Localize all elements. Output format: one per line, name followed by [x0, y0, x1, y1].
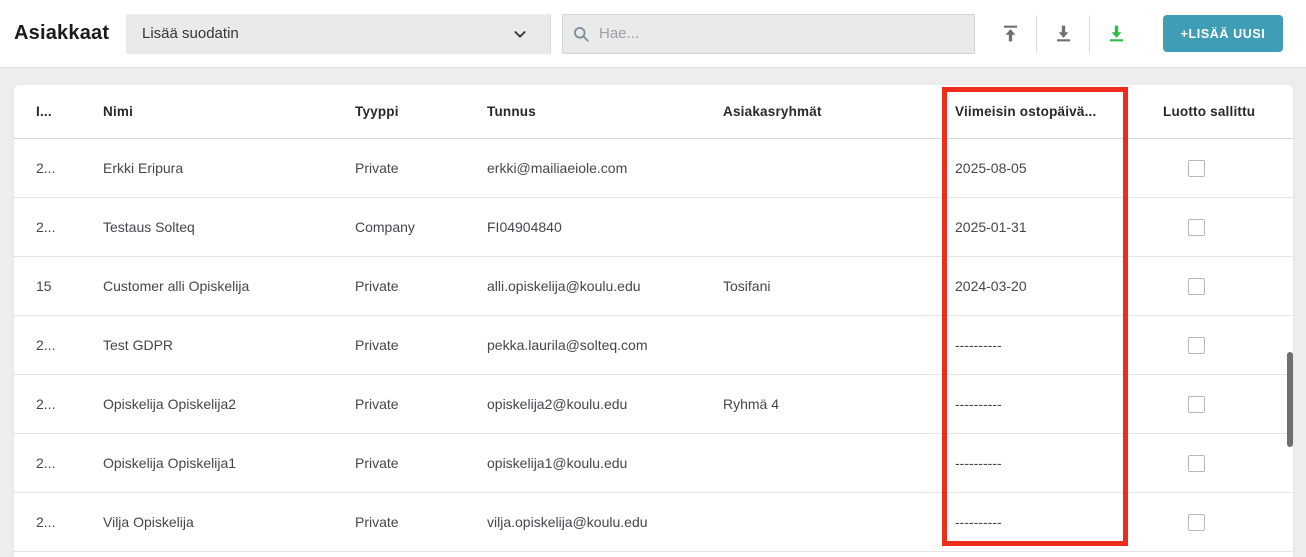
table-row[interactable]: 2... Test GDPR Private pekka.laurila@sol… — [14, 316, 1293, 375]
table-row[interactable]: 2... Opiskelija Opiskelija1 Private opis… — [14, 434, 1293, 493]
cell-id: 2... — [36, 219, 56, 235]
cell-type: Private — [355, 396, 399, 412]
column-header-last-purchase[interactable]: Viimeisin ostopäivä... — [955, 104, 1163, 119]
toolbar-icon-group — [989, 12, 1137, 56]
cell-last-purchase: ---------- — [955, 396, 1002, 412]
chevron-down-icon — [512, 26, 528, 47]
cell-name: Testaus Solteq — [103, 219, 195, 235]
cell-name: Opiskelija Opiskelija1 — [103, 455, 237, 471]
cell-id: 2... — [36, 455, 56, 471]
table-row[interactable]: 15 Customer alli Opiskelija Private alli… — [14, 257, 1293, 316]
column-header-groups[interactable]: Asiakasryhmät — [723, 104, 955, 119]
cell-code: opiskelija2@koulu.edu — [487, 396, 628, 412]
export-button[interactable] — [1095, 12, 1137, 56]
cell-type: Private — [355, 160, 399, 176]
table-row[interactable]: 2... Erkki Eripura Private erkki@mailiae… — [14, 139, 1293, 198]
filter-dropdown[interactable]: Lisää suodatin — [126, 13, 551, 54]
cell-type: Private — [355, 337, 399, 353]
table-header-row: I... Nimi Tyyppi Tunnus Asiakasryhmät Vi… — [14, 85, 1293, 139]
credit-checkbox[interactable] — [1188, 454, 1205, 472]
table-row[interactable]: 2... Vilja Opiskelija Private vilja.opis… — [14, 493, 1293, 552]
cell-last-purchase: ---------- — [955, 455, 1002, 471]
credit-checkbox[interactable] — [1188, 159, 1205, 177]
credit-checkbox[interactable] — [1188, 395, 1205, 413]
credit-checkbox[interactable] — [1188, 513, 1205, 531]
upload-button[interactable] — [989, 12, 1031, 56]
column-header-type[interactable]: Tyyppi — [355, 104, 487, 119]
cell-type: Private — [355, 514, 399, 530]
cell-last-purchase: 2025-08-05 — [955, 160, 1027, 176]
search-input[interactable] — [599, 25, 939, 42]
add-new-button[interactable]: +LISÄÄ UUSI — [1163, 15, 1283, 52]
cell-name: Vilja Opiskelija — [103, 514, 194, 530]
cell-id: 15 — [36, 278, 52, 294]
cell-id: 2... — [36, 396, 56, 412]
cell-last-purchase: 2024-03-20 — [955, 278, 1027, 294]
cell-id: 2... — [36, 514, 56, 530]
cell-name: Opiskelija Opiskelija2 — [103, 396, 237, 412]
cell-type: Private — [355, 455, 399, 471]
cell-code: pekka.laurila@solteq.com — [487, 337, 648, 353]
cell-last-purchase: ---------- — [955, 514, 1002, 530]
cell-last-purchase: ---------- — [955, 337, 1002, 353]
search-icon — [571, 24, 591, 44]
page-title: Asiakkaat — [14, 22, 110, 44]
cell-code: erkki@mailiaeiole.com — [487, 160, 628, 176]
column-header-credit[interactable]: Luotto sallittu — [1163, 104, 1293, 119]
credit-checkbox[interactable] — [1188, 218, 1205, 236]
export-download-icon — [1106, 23, 1127, 44]
cell-code: opiskelija1@koulu.edu — [487, 455, 628, 471]
cell-last-purchase: 2025-01-31 — [955, 219, 1027, 235]
filter-dropdown-label: Lisää suodatin — [142, 25, 239, 42]
download-icon — [1053, 23, 1074, 44]
cell-groups: Tosifani — [723, 278, 771, 294]
search-field[interactable] — [562, 13, 975, 54]
toolbar-divider — [1036, 14, 1037, 53]
column-header-code[interactable]: Tunnus — [487, 104, 723, 119]
column-header-id[interactable]: I... — [36, 104, 103, 119]
cell-type: Private — [355, 278, 399, 294]
credit-checkbox[interactable] — [1188, 336, 1205, 354]
column-header-name[interactable]: Nimi — [103, 104, 355, 119]
table-row[interactable]: 2... Testaus Solteq Company FI04904840 2… — [14, 198, 1293, 257]
upload-icon — [1000, 23, 1021, 44]
table-row[interactable]: 2... Opiskelija Opiskelija2 Private opis… — [14, 375, 1293, 434]
cell-id: 2... — [36, 160, 56, 176]
download-button[interactable] — [1042, 12, 1084, 56]
cell-name: Customer alli Opiskelija — [103, 278, 250, 294]
cell-code: alli.opiskelija@koulu.edu — [487, 278, 641, 294]
cell-code: FI04904840 — [487, 219, 562, 235]
toolbar-divider — [1089, 14, 1090, 53]
cell-groups: Ryhmä 4 — [723, 396, 780, 412]
toolbar: Asiakkaat Lisää suodatin Hae... +LISÄÄ U… — [0, 0, 1306, 68]
customers-table: I... Nimi Tyyppi Tunnus Asiakasryhmät Vi… — [14, 85, 1293, 557]
cell-type: Company — [355, 219, 415, 235]
cell-name: Test GDPR — [103, 337, 174, 353]
scrollbar-thumb[interactable] — [1287, 352, 1293, 447]
cell-code: vilja.opiskelija@koulu.edu — [487, 514, 648, 530]
cell-id: 2... — [36, 337, 56, 353]
cell-name: Erkki Eripura — [103, 160, 184, 176]
credit-checkbox[interactable] — [1188, 277, 1205, 295]
